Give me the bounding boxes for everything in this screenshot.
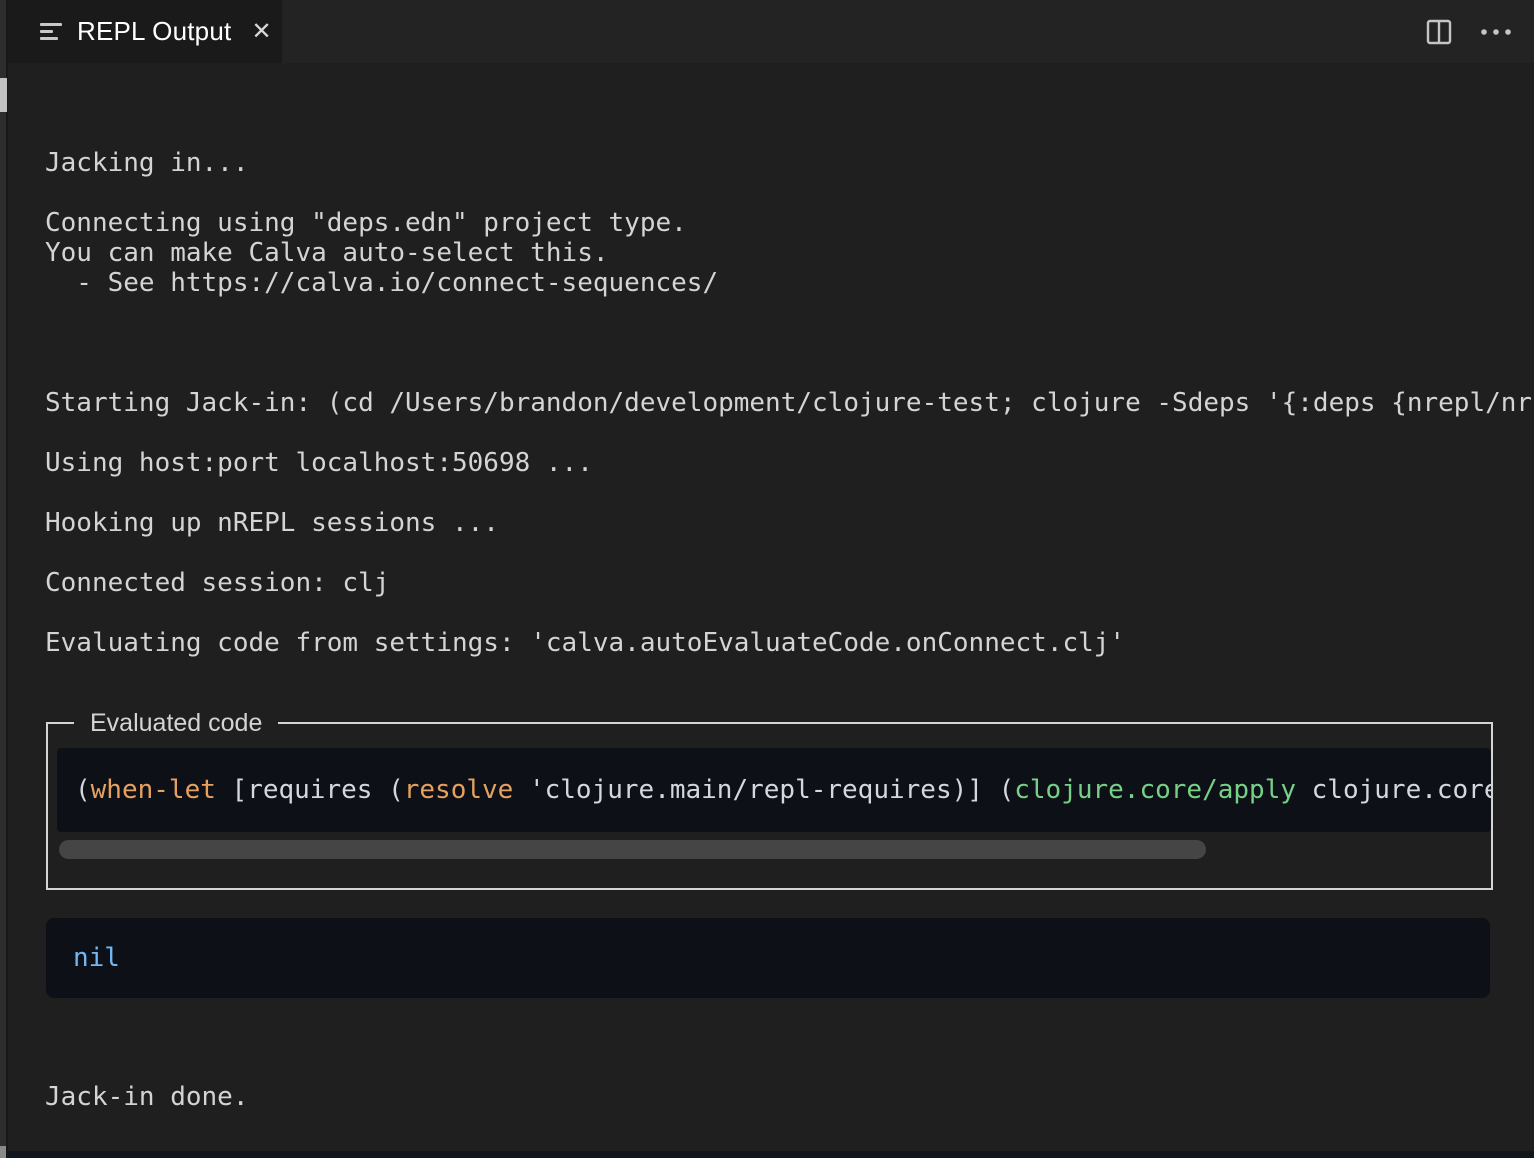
editor-actions: [1426, 0, 1512, 63]
next-block-edge: [8, 1151, 1534, 1158]
code-token: when-let: [91, 775, 216, 805]
tab-repl-output[interactable]: REPL Output ✕: [8, 0, 282, 63]
tab-title: REPL Output: [77, 16, 231, 47]
more-actions-icon[interactable]: [1480, 27, 1512, 37]
close-icon[interactable]: ✕: [251, 20, 271, 44]
output-line: Connected session: clj: [45, 568, 1534, 598]
code-token: 'clojure.main/repl-requires)]: [513, 775, 998, 805]
output-line: Evaluating code from settings: 'calva.au…: [45, 628, 1534, 658]
horizontal-scrollbar-thumb[interactable]: [59, 840, 1206, 859]
code-token: (: [388, 775, 404, 805]
code-token: clojure.core: [1296, 775, 1491, 805]
code-token: resolve: [404, 775, 514, 805]
left-edge-mark-bottom: [0, 1146, 6, 1158]
code-token: (: [999, 775, 1015, 805]
evaluated-code-legend: Evaluated code: [74, 708, 278, 738]
output-line: Hooking up nREPL sessions ...: [45, 508, 1534, 538]
code-token: (: [75, 775, 91, 805]
left-editor-edge: [0, 0, 8, 1158]
output-line: You can make Calva auto-select this.: [45, 238, 1534, 268]
editor-tab-bar: REPL Output ✕: [0, 0, 1534, 63]
split-editor-icon[interactable]: [1426, 19, 1452, 45]
output-line: Using host:port localhost:50698 ...: [45, 448, 1534, 478]
output-line-jack-in-command: Starting Jack-in: (cd /Users/brandon/dev…: [45, 388, 1534, 418]
code-token: [requires: [216, 775, 388, 805]
evaluation-result-box: nil: [46, 918, 1490, 998]
output-line: Connecting using "deps.edn" project type…: [45, 208, 1534, 238]
output-line: Jacking in...: [45, 148, 1534, 178]
code-token: clojure.core/apply: [1014, 775, 1296, 805]
evaluated-code-box: Evaluated code (when-let [requires (reso…: [46, 722, 1493, 890]
output-line-connect-sequences-link[interactable]: - See https://calva.io/connect-sequences…: [45, 268, 1534, 298]
output-line: Jack-in done.: [45, 1082, 1534, 1112]
code-line: (when-let [requires (resolve 'clojure.ma…: [57, 775, 1491, 805]
repl-output-window: REPL Output ✕ Jacking in... Connecting u…: [0, 0, 1534, 1158]
evaluation-result-value: nil: [46, 943, 120, 973]
evaluated-code-snippet[interactable]: (when-let [requires (resolve 'clojure.ma…: [57, 748, 1491, 832]
left-edge-mark: [0, 78, 7, 112]
repl-output-icon: [40, 23, 63, 40]
